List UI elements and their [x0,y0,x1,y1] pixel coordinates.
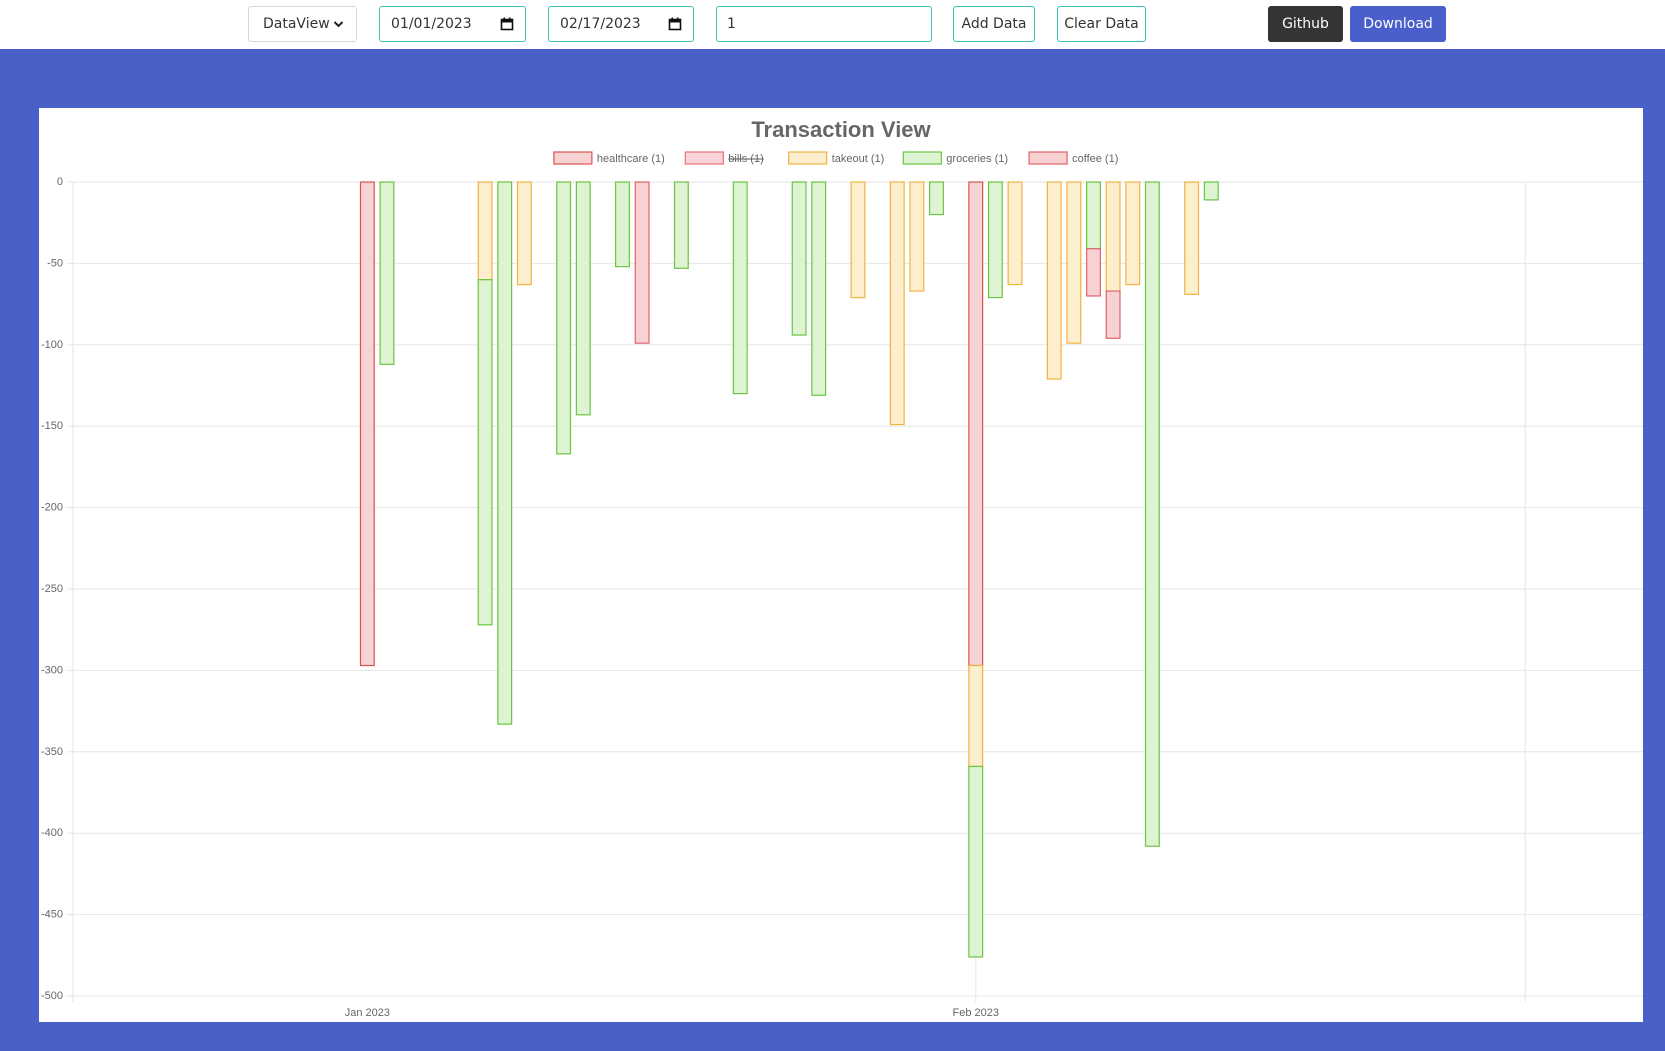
bar [477,181,493,281]
y-tick-label: -300 [41,664,63,676]
bar [634,181,650,344]
bar [1184,181,1200,295]
legend-label: healthcare (1) [597,153,665,165]
bar [1203,181,1219,201]
legend-swatch [788,151,828,165]
bar [575,181,591,416]
bar [811,181,827,396]
bar [791,181,807,336]
legend-swatch [684,151,724,165]
bar [673,181,689,269]
y-tick-label: -50 [47,257,63,269]
bar [968,765,984,958]
x-tick-label: Feb 2023 [953,1007,999,1019]
bar [1125,181,1141,286]
chevron-down-icon [333,17,344,35]
bar [850,181,866,299]
bar [987,181,1003,299]
legend-label: bills (1) [728,153,763,165]
y-tick-label: -400 [41,827,63,839]
bar [968,664,984,768]
calendar-icon[interactable] [500,17,514,35]
y-tick-label: 0 [57,176,63,188]
bar [556,181,572,455]
bar [615,181,630,268]
bar [516,181,532,286]
view-select-value: DataView [263,16,330,32]
bar [1105,290,1121,339]
y-tick-label: -200 [41,502,63,514]
bar [909,181,925,292]
legend-swatch [553,151,593,165]
legend-swatch [902,151,942,165]
legend-swatch [1028,151,1068,165]
bar [929,181,944,216]
bar [1086,248,1101,297]
download-button[interactable]: Download [1350,6,1446,42]
y-tick-label: -150 [41,420,63,432]
bar [477,279,493,626]
github-button[interactable]: Github [1268,6,1343,42]
view-select[interactable]: DataView [248,6,357,42]
bar [968,181,984,667]
amount-input[interactable]: 1 [716,6,932,42]
y-tick-label: -500 [41,990,63,1002]
y-tick-label: -250 [41,583,63,595]
bar [1007,181,1023,286]
start-date-input[interactable]: 01/01/2023 [379,6,526,42]
end-date-input[interactable]: 02/17/2023 [548,6,694,42]
chart-card: Transaction View 0 -50 -100 -150 -200 -250 -30… [39,108,1643,1022]
legend-label: groceries (1) [946,153,1008,165]
add-data-button[interactable]: Add Data [953,6,1035,42]
legend-label: coffee (1) [1072,153,1118,165]
amount-value: 1 [727,16,736,32]
toolbar: DataView 01/01/2023 02/17/2023 1 Add Dat… [0,0,1665,49]
bar [1066,181,1082,344]
x-tick-label: Jan 2023 [345,1007,390,1019]
bar [732,181,748,395]
bar [1046,181,1062,380]
legend-label: takeout (1) [832,153,885,165]
bar [1086,181,1101,250]
bar [359,181,375,667]
y-tick-label: -450 [41,909,63,921]
start-date-value: 01/01/2023 [391,16,472,32]
y-tick-label: -100 [41,339,63,351]
bar [379,181,395,365]
bar [497,181,513,725]
bar [1105,181,1121,292]
end-date-value: 02/17/2023 [560,16,641,32]
calendar-icon[interactable] [668,17,682,35]
bar [1144,181,1160,847]
transaction-chart[interactable]: 0 -50 -100 -150 -200 -250 -300 -350 -400 -450 -500… [39,108,1643,1022]
bar [889,181,905,426]
clear-data-button[interactable]: Clear Data [1057,6,1146,42]
y-tick-label: -350 [41,746,63,758]
